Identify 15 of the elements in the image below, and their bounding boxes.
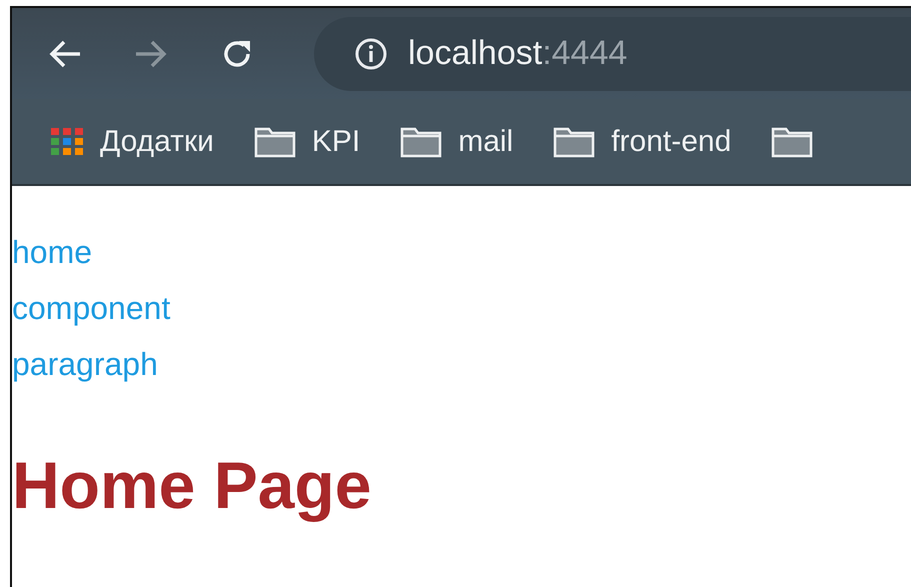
- folder-icon[interactable]: [254, 126, 296, 158]
- folder-icon[interactable]: [400, 126, 442, 158]
- folder-icon[interactable]: [553, 126, 596, 158]
- bookmark-link[interactable]: front-end: [611, 124, 732, 158]
- info-icon: [354, 36, 388, 70]
- address-bar[interactable]: localhost:4444: [314, 16, 911, 90]
- bookmark-link[interactable]: mail: [458, 124, 514, 158]
- left-arrow-icon: [48, 38, 82, 68]
- right-arrow-icon: [134, 38, 168, 68]
- bookmark-link[interactable]: KPI: [312, 124, 360, 158]
- folder-icon[interactable]: [771, 126, 814, 158]
- apps-grid-icon[interactable]: [50, 126, 84, 156]
- page-heading: Home Page: [12, 447, 372, 524]
- url-text: localhost:4444: [408, 34, 628, 73]
- bookmark-link[interactable]: Додатки: [100, 124, 214, 158]
